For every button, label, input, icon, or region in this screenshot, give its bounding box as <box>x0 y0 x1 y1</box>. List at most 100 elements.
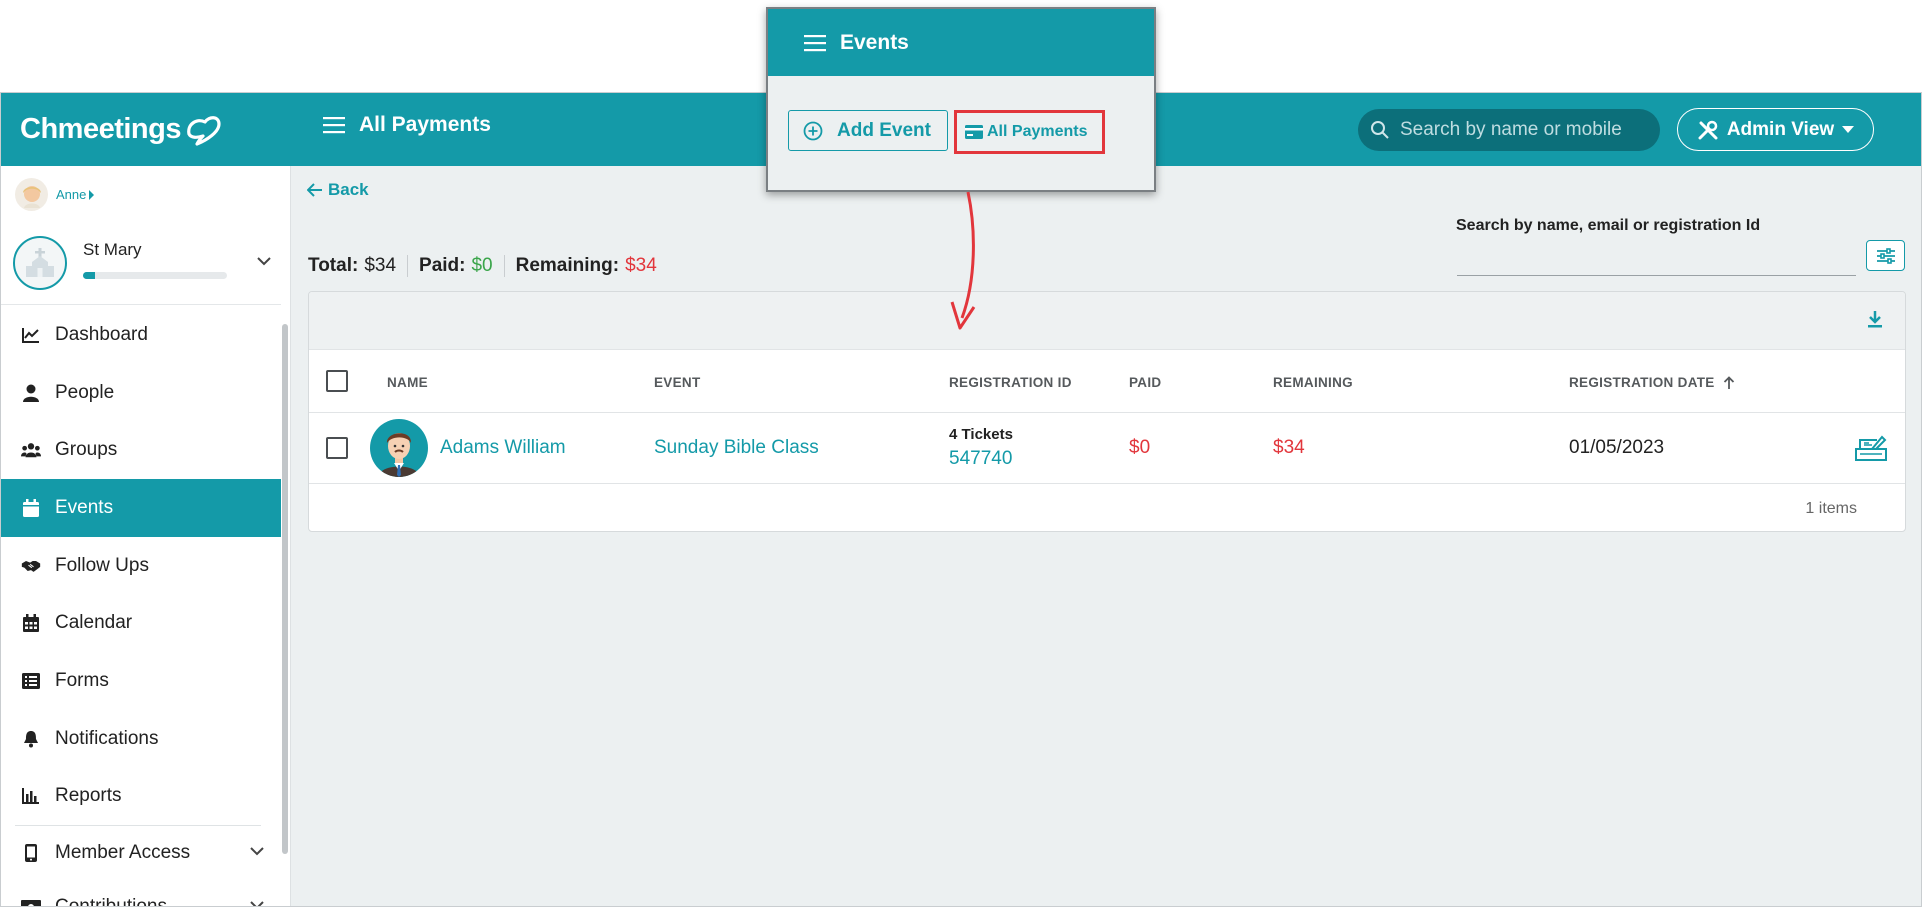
calendar-grid-icon <box>21 613 41 633</box>
add-event-button[interactable]: Add Event <box>788 110 948 151</box>
select-all-checkbox[interactable] <box>326 370 348 392</box>
remaining-label: Remaining: <box>515 255 620 276</box>
hamburger-menu-icon[interactable] <box>804 34 826 52</box>
chevron-down-icon[interactable] <box>256 256 272 266</box>
chart-line-icon <box>21 325 41 345</box>
global-search-input[interactable]: Search by name or mobile <box>1358 109 1660 151</box>
back-link[interactable]: Back <box>307 180 369 200</box>
table-row[interactable]: Adams William Sunday Bible Class 4 Ticke… <box>309 413 1905 484</box>
bell-icon <box>21 729 41 749</box>
popup-title: Events <box>840 30 909 54</box>
sidebar-item-label: Member Access <box>55 842 191 864</box>
mobile-icon <box>21 843 41 863</box>
sidebar-item-calendar[interactable]: Calendar <box>1 594 281 652</box>
column-header-paid[interactable]: PAID <box>1129 375 1161 390</box>
logo-mark-icon <box>187 116 221 146</box>
sort-ascending-icon <box>1723 375 1734 389</box>
download-icon[interactable] <box>1867 310 1883 328</box>
sidebar-item-groups[interactable]: Groups <box>1 421 281 479</box>
sidebar: Anne St Mary Dashboard People Groups Eve… <box>1 166 291 907</box>
sidebar-item-people[interactable]: People <box>1 364 281 422</box>
chevron-down-icon <box>250 847 264 856</box>
user-avatar-image-icon <box>22 185 41 208</box>
row-checkbox[interactable] <box>326 437 348 459</box>
caret-right-icon <box>89 189 95 200</box>
sidebar-scrollbar[interactable] <box>282 324 288 854</box>
filter-button[interactable] <box>1866 240 1905 271</box>
chevron-down-icon <box>250 901 264 906</box>
column-header-remaining[interactable]: REMAINING <box>1273 375 1353 390</box>
paid-label: Paid: <box>419 255 466 276</box>
back-label: Back <box>328 180 369 199</box>
user-menu[interactable]: Anne <box>15 178 95 211</box>
column-header-event[interactable]: EVENT <box>654 375 701 390</box>
paid-value: $0 <box>471 255 493 276</box>
registration-id-link[interactable]: 547740 <box>949 448 1012 470</box>
sidebar-item-label: Dashboard <box>55 323 148 345</box>
sidebar-item-label: Calendar <box>55 612 133 634</box>
column-header-label: REGISTRATION DATE <box>1569 375 1715 390</box>
church-selector[interactable]: St Mary <box>13 236 283 292</box>
church-progress-bar <box>83 272 227 279</box>
search-icon <box>1371 121 1389 139</box>
remaining-amount: $34 <box>1273 437 1305 458</box>
column-header-registration-id[interactable]: REGISTRATION ID <box>949 375 1072 390</box>
events-popup: Events Add Event All Payments <box>766 7 1156 192</box>
registration-date: 01/05/2023 <box>1569 437 1665 458</box>
arrow-left-icon <box>307 183 322 197</box>
admin-view-button[interactable]: Admin View <box>1677 108 1874 151</box>
sidebar-item-follow-ups[interactable]: Follow Ups <box>1 537 281 595</box>
credit-card-icon <box>965 125 983 139</box>
table-toolbar <box>309 292 1905 350</box>
sidebar-item-member-access[interactable]: Member Access <box>1 826 281 880</box>
annotation-arrow-icon <box>950 191 976 330</box>
sidebar-item-notifications[interactable]: Notifications <box>1 710 281 768</box>
bar-chart-icon <box>21 786 41 806</box>
tools-icon <box>1698 120 1718 139</box>
calendar-icon <box>21 498 41 518</box>
ticket-count: 4 Tickets <box>949 426 1013 443</box>
sidebar-item-forms[interactable]: Forms <box>1 652 281 710</box>
caret-down-icon <box>1842 125 1855 133</box>
sidebar-item-contributions[interactable]: Contributions <box>1 880 281 907</box>
sidebar-item-label: Notifications <box>55 727 159 749</box>
user-name: Anne <box>56 187 87 202</box>
payment-register-icon[interactable] <box>1855 435 1887 461</box>
users-icon <box>21 440 41 460</box>
event-link[interactable]: Sunday Bible Class <box>654 437 819 459</box>
payer-name-link[interactable]: Adams William <box>440 437 566 459</box>
table-header: NAME EVENT REGISTRATION ID PAID REMAININ… <box>309 350 1905 413</box>
sidebar-item-label: Follow Ups <box>55 554 149 576</box>
admin-view-label: Admin View <box>1726 118 1835 140</box>
money-icon <box>21 897 41 906</box>
sidebar-item-events[interactable]: Events <box>1 479 281 537</box>
logo-text: Chmeetings <box>20 112 181 145</box>
items-count: 1 items <box>1805 500 1857 517</box>
add-event-label: Add Event <box>837 119 931 141</box>
plus-circle-icon <box>803 121 823 140</box>
hamburger-menu-icon[interactable] <box>323 116 345 134</box>
totals-divider <box>503 255 505 277</box>
paid-amount: $0 <box>1129 437 1151 458</box>
column-header-registration-date[interactable]: REGISTRATION DATE <box>1569 375 1735 390</box>
sidebar-item-dashboard[interactable]: Dashboard <box>1 306 281 364</box>
church-progress-fill <box>83 272 95 279</box>
user-avatar <box>15 178 48 211</box>
table-search-input[interactable] <box>1457 275 1856 276</box>
logo[interactable]: Chmeetings <box>20 108 223 150</box>
column-header-name[interactable]: NAME <box>387 375 428 390</box>
sidebar-item-label: Forms <box>55 669 109 691</box>
handshake-icon <box>21 556 41 576</box>
list-icon <box>21 671 41 691</box>
sidebar-item-label: Contributions <box>55 896 167 907</box>
sidebar-divider <box>1 304 281 305</box>
total-value: $34 <box>364 255 397 276</box>
all-payments-button[interactable]: All Payments <box>954 110 1105 154</box>
all-payments-label: All Payments <box>987 123 1088 140</box>
sidebar-item-reports[interactable]: Reports <box>1 768 281 826</box>
table-search-label: Search by name, email or registration Id <box>1456 217 1761 234</box>
avatar <box>370 419 428 477</box>
totals-divider <box>407 255 409 277</box>
sidebar-item-label: Events <box>55 496 114 518</box>
church-logo <box>13 236 67 290</box>
